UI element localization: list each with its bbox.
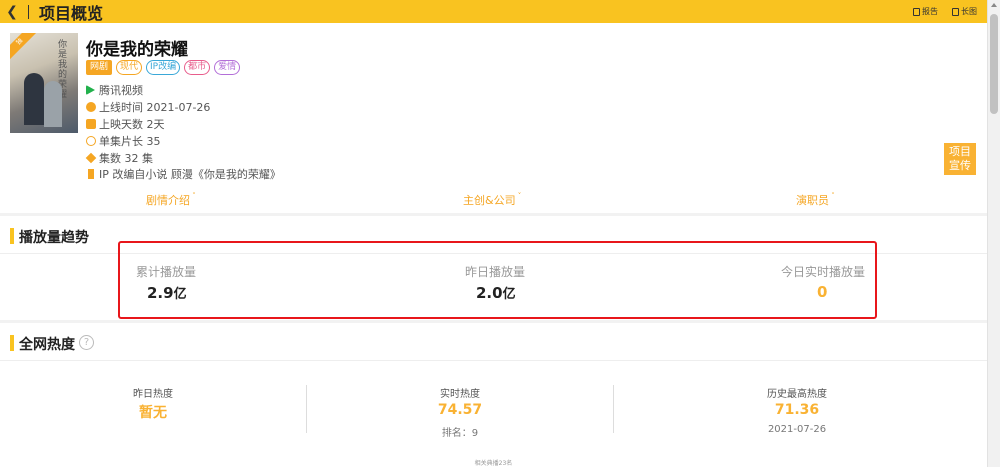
help-icon[interactable]: ? bbox=[79, 335, 94, 350]
section-title: 播放量趋势 bbox=[19, 230, 89, 246]
promo-label: 宣传 bbox=[949, 159, 971, 172]
days-aired: 上映天数 2天 bbox=[99, 117, 165, 131]
tab-creators[interactable]: 主创&公司 ˅ bbox=[463, 192, 521, 208]
page: ❮ 项目概览 报告 长图 独 你是我的荣耀 你是我的荣耀 网剧 现代 IP改编 … bbox=[0, 0, 1000, 467]
heat-section: 全网热度 ? 昨日热度 暂无 实时热度 74.57 排名：9 历史最高热度 71… bbox=[0, 323, 987, 467]
poster-figure bbox=[24, 73, 44, 125]
heat-label: 实时热度 bbox=[440, 389, 480, 400]
drama-info-card: 独 你是我的荣耀 你是我的荣耀 网剧 现代 IP改编 都市 爱情 腾讯视频 上线… bbox=[0, 23, 987, 213]
days-aired-row: 上映天数 2天 bbox=[86, 116, 281, 133]
caret-down-icon: ˅ bbox=[829, 192, 835, 200]
scrollbar[interactable] bbox=[987, 0, 1000, 467]
divider bbox=[306, 385, 307, 433]
release-date: 上线时间 2021-07-26 bbox=[99, 101, 211, 115]
episode-count: 集数 32 集 bbox=[99, 151, 153, 165]
highlight-box bbox=[118, 241, 877, 319]
heat-label: 昨日热度 bbox=[133, 389, 173, 400]
play-icon bbox=[86, 85, 95, 96]
drama-meta: 腾讯视频 上线时间 2021-07-26 上映天数 2天 单集片长 35 集数 … bbox=[85, 82, 281, 183]
tab-cast[interactable]: 演职员 ˅ bbox=[796, 192, 835, 208]
heat-value: 74.57 bbox=[437, 402, 483, 418]
episode-length: 单集片长 35 bbox=[99, 134, 161, 148]
detail-tabs: 剧情介绍 ˅ 主创&公司 ˅ 演职员 ˅ bbox=[0, 188, 987, 212]
top-actions: 报告 长图 bbox=[913, 6, 987, 17]
layers-icon bbox=[85, 152, 97, 163]
page-title: 项目概览 bbox=[39, 3, 104, 23]
back-button[interactable]: ❮ bbox=[0, 0, 24, 23]
chevron-left-icon: ❮ bbox=[6, 3, 18, 20]
heat-value: 71.36 bbox=[774, 402, 820, 418]
long-image-button[interactable]: 长图 bbox=[952, 6, 977, 17]
promo-label: 项目 bbox=[949, 145, 971, 158]
section-accent-bar bbox=[10, 335, 14, 351]
ip-source: IP 改编自小说 顾漫《你是我的荣耀》 bbox=[99, 168, 281, 182]
drama-title: 你是我的荣耀 bbox=[86, 40, 188, 60]
ip-source-row: IP 改编自小说 顾漫《你是我的荣耀》 bbox=[86, 166, 281, 183]
tag-pill: 爱情 bbox=[214, 60, 241, 75]
timer-icon bbox=[86, 135, 96, 146]
section-accent-bar bbox=[10, 228, 14, 244]
report-icon bbox=[913, 7, 920, 16]
tab-plot[interactable]: 剧情介绍 ˅ bbox=[146, 192, 196, 208]
episodes-row: 集数 32 集 bbox=[85, 149, 281, 166]
section-header: 全网热度 ? bbox=[0, 323, 987, 361]
tag-list: 网剧 现代 IP改编 都市 爱情 bbox=[86, 60, 241, 75]
heat-date: 2021-07-26 bbox=[767, 424, 827, 435]
heat-rank: 排名：9 bbox=[441, 428, 479, 439]
project-promo-button[interactable]: 项目 宣传 bbox=[944, 143, 976, 175]
divider bbox=[28, 4, 29, 19]
section-title: 全网热度 bbox=[19, 337, 75, 353]
bookmark-icon bbox=[88, 169, 94, 180]
tag-pill: 现代 bbox=[116, 60, 143, 75]
top-bar: ❮ 项目概览 报告 长图 bbox=[0, 0, 987, 23]
tag-pill: 网剧 bbox=[86, 60, 113, 75]
poster-badge: 独 bbox=[10, 33, 41, 63]
report-button[interactable]: 报告 bbox=[913, 6, 938, 17]
clock-icon bbox=[86, 102, 96, 113]
footnote: 相关典播23名 bbox=[474, 460, 513, 467]
tag-pill: IP改编 bbox=[146, 60, 181, 75]
release-date-row: 上线时间 2021-07-26 bbox=[86, 99, 281, 116]
scroll-thumb[interactable] bbox=[990, 14, 998, 114]
divider bbox=[613, 385, 614, 433]
caret-down-icon: ˅ bbox=[515, 192, 522, 200]
heat-value: 暂无 bbox=[139, 405, 167, 421]
episode-length-row: 单集片长 35 bbox=[86, 132, 281, 149]
tag-pill: 都市 bbox=[184, 60, 211, 75]
drama-poster[interactable]: 独 你是我的荣耀 bbox=[10, 33, 78, 133]
image-icon bbox=[952, 7, 959, 16]
heat-label: 历史最高热度 bbox=[767, 389, 827, 400]
poster-figure bbox=[44, 81, 62, 127]
platform-row: 腾讯视频 bbox=[86, 82, 281, 99]
platform-name: 腾讯视频 bbox=[99, 84, 143, 98]
scroll-up-icon[interactable] bbox=[991, 3, 997, 7]
caret-down-icon: ˅ bbox=[190, 192, 196, 200]
calendar-icon bbox=[86, 118, 96, 129]
